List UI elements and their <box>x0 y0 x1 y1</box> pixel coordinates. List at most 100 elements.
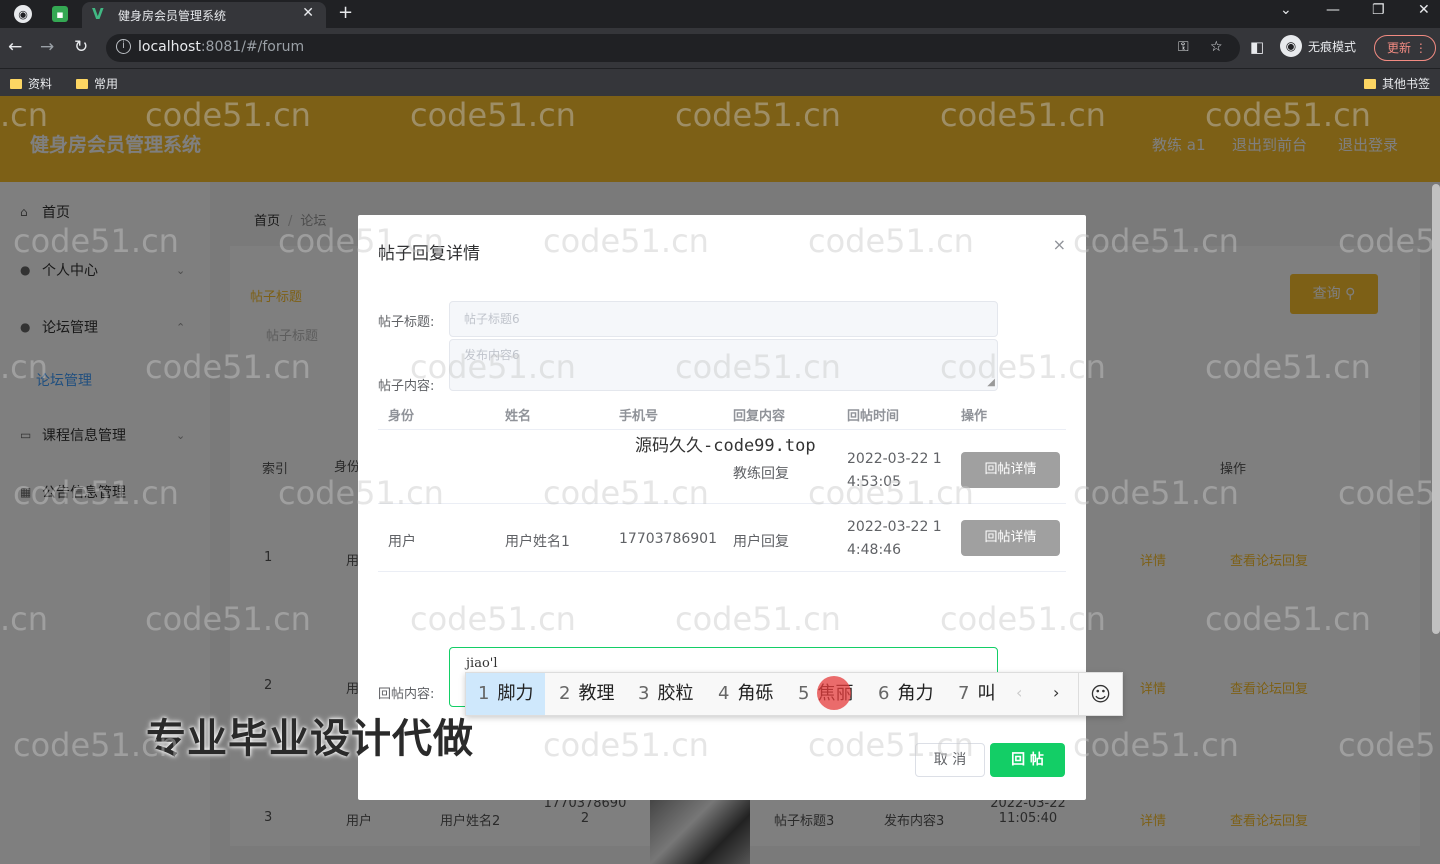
ime-candidate-3[interactable]: 3 胶粒 <box>626 673 705 715</box>
url-field[interactable]: i localhost:8081/#/forum ⚿ ☆ <box>106 34 1240 62</box>
forward-icon[interactable]: → <box>40 37 54 57</box>
ime-emoji-icon[interactable]: ☺ <box>1078 673 1122 715</box>
table-divider <box>378 503 1066 504</box>
cancel-button[interactable]: 取 消 <box>915 743 985 777</box>
column-header-name: 姓名 <box>505 409 532 424</box>
promo-overlay-text: 专业毕业设计代做 <box>146 716 474 762</box>
column-header-reply: 回复内容 <box>733 409 786 424</box>
candidate-text: 胶粒 <box>657 683 694 704</box>
url-host: localhost <box>138 39 201 55</box>
candidate-text: 脚力 <box>497 683 534 704</box>
ime-next-page-icon[interactable]: › <box>1053 683 1059 702</box>
other-bookmarks-label: 其他书签 <box>1382 77 1431 91</box>
submit-reply-button[interactable]: 回 帖 <box>990 743 1065 777</box>
tab-title: 健身房会员管理系统 <box>118 9 227 23</box>
address-bar: ← → ↻ i localhost:8081/#/forum ⚿ ☆ ◧ ◉ 无… <box>0 28 1440 68</box>
cell-reply: 用户回复 <box>733 534 789 550</box>
resize-handle-icon[interactable]: ◢ <box>987 377 995 388</box>
update-button[interactable]: 更新 ⋮ <box>1374 35 1436 61</box>
cell-reply: 教练回复 <box>733 466 789 482</box>
reply-detail-button[interactable]: 回帖详情 <box>961 520 1060 556</box>
active-tab[interactable]: V 健身房会员管理系统 ✕ <box>82 2 326 28</box>
folder-icon <box>76 78 88 89</box>
column-header-identity: 身份 <box>388 409 415 424</box>
folder-icon <box>1364 78 1376 89</box>
site-info-icon[interactable]: i <box>116 39 131 54</box>
ime-candidate-1[interactable]: 1 脚力 <box>466 673 546 715</box>
overlay-watermark-text: 源码久久-code99.top <box>635 436 816 456</box>
window-close-button[interactable]: ✕ <box>1418 2 1430 18</box>
candidate-number: 3 <box>638 683 650 704</box>
cell-identity: 用户 <box>388 534 416 550</box>
minimize-button[interactable]: — <box>1326 2 1340 18</box>
pinned-tab-icon[interactable]: ▪ <box>52 6 68 22</box>
candidate-number: 4 <box>718 683 730 704</box>
url-path: :8081/#/forum <box>200 39 305 55</box>
cell-time-line2: 4:53:05 <box>847 474 901 490</box>
candidate-number: 7 <box>958 683 970 704</box>
folder-icon <box>10 78 22 89</box>
page-scrollbar[interactable] <box>1432 184 1440 634</box>
cell-time-line1: 2022-03-22 1 <box>847 451 942 467</box>
ime-candidate-4[interactable]: 4 角砾 <box>706 673 785 715</box>
bookmarks-bar: 资料 常用 其他书签 <box>0 68 1440 96</box>
candidate-text: 角力 <box>897 683 934 704</box>
cell-phone: 17703786901 <box>619 531 717 547</box>
cancel-label: 取 消 <box>933 752 967 768</box>
reply-typed-text: jiao'l <box>466 656 498 671</box>
cell-name: 用户姓名1 <box>505 534 570 550</box>
candidate-text: 教理 <box>578 683 615 704</box>
ime-candidate-6[interactable]: 6 角力 <box>866 673 945 715</box>
post-content-value: 发布内容6 <box>464 348 520 362</box>
post-title-field: 帖子标题6 <box>449 301 998 337</box>
candidate-number: 5 <box>798 683 810 704</box>
column-header-time: 回帖时间 <box>847 409 900 424</box>
bookmark-folder-1[interactable]: 资料 <box>10 75 52 92</box>
reply-detail-label: 回帖详情 <box>984 530 1037 545</box>
ime-prev-page-icon[interactable]: ‹ <box>1016 683 1022 702</box>
ime-candidate-bar: 1脚力 2教理 3胶粒 4角砾 5焦丽 6角力 7叫 ‹ › ☺ <box>465 672 1123 716</box>
submit-reply-label: 回 帖 <box>1011 752 1044 768</box>
cell-time-line1: 2022-03-22 1 <box>847 519 942 535</box>
incognito-label: 无痕模式 <box>1308 39 1357 54</box>
bookmark-folder-2[interactable]: 常用 <box>76 75 118 92</box>
post-content-field: 发布内容6 ◢ <box>449 339 998 391</box>
post-title-value: 帖子标题6 <box>464 312 520 326</box>
reply-content-label: 回帖内容: <box>378 687 435 702</box>
column-header-ops: 操作 <box>961 409 988 424</box>
table-divider <box>378 571 1066 572</box>
candidate-number: 1 <box>478 683 490 704</box>
incognito-indicator[interactable]: ◉ 无痕模式 <box>1280 35 1356 57</box>
new-tab-button[interactable]: + <box>338 2 353 23</box>
update-label: 更新 <box>1387 41 1412 55</box>
ime-candidate-2[interactable]: 2 教理 <box>547 673 626 715</box>
ime-candidate-7[interactable]: 7叫 <box>946 673 1007 715</box>
restore-button[interactable]: ❐ <box>1372 2 1385 18</box>
candidate-number: 6 <box>878 683 890 704</box>
browser-tabbar: ◉ ▪ V 健身房会员管理系统 ✕ + ⌄ — ❐ ✕ <box>0 0 1440 28</box>
tab-close-icon[interactable]: ✕ <box>302 5 314 21</box>
close-icon[interactable]: × <box>1053 235 1066 254</box>
vue-logo-icon: V <box>92 5 104 23</box>
back-icon[interactable]: ← <box>8 37 22 57</box>
reply-detail-label: 回帖详情 <box>984 462 1037 477</box>
reply-detail-button[interactable]: 回帖详情 <box>961 452 1060 488</box>
candidate-text: 角砾 <box>737 683 774 704</box>
tab-search-icon[interactable]: ⌄ <box>1280 2 1292 18</box>
candidate-text: 叫 <box>977 683 996 704</box>
table-divider <box>378 429 1066 430</box>
candidate-number: 2 <box>559 683 571 704</box>
url-text: localhost:8081/#/forum <box>138 39 304 55</box>
click-indicator <box>817 676 851 710</box>
key-icon[interactable]: ⚿ <box>1178 39 1189 55</box>
bookmark-label: 常用 <box>94 77 119 91</box>
other-bookmarks[interactable]: 其他书签 <box>1364 75 1430 92</box>
reload-icon[interactable]: ↻ <box>74 37 88 57</box>
column-header-phone: 手机号 <box>619 409 659 424</box>
browser-menu-icon[interactable]: ◉ <box>14 5 32 23</box>
sidepanel-icon[interactable]: ◧ <box>1250 38 1264 56</box>
post-content-label: 帖子内容: <box>378 379 435 394</box>
dialog-title: 帖子回复详情 <box>378 244 480 264</box>
incognito-icon: ◉ <box>1280 35 1302 57</box>
star-icon[interactable]: ☆ <box>1210 39 1223 55</box>
